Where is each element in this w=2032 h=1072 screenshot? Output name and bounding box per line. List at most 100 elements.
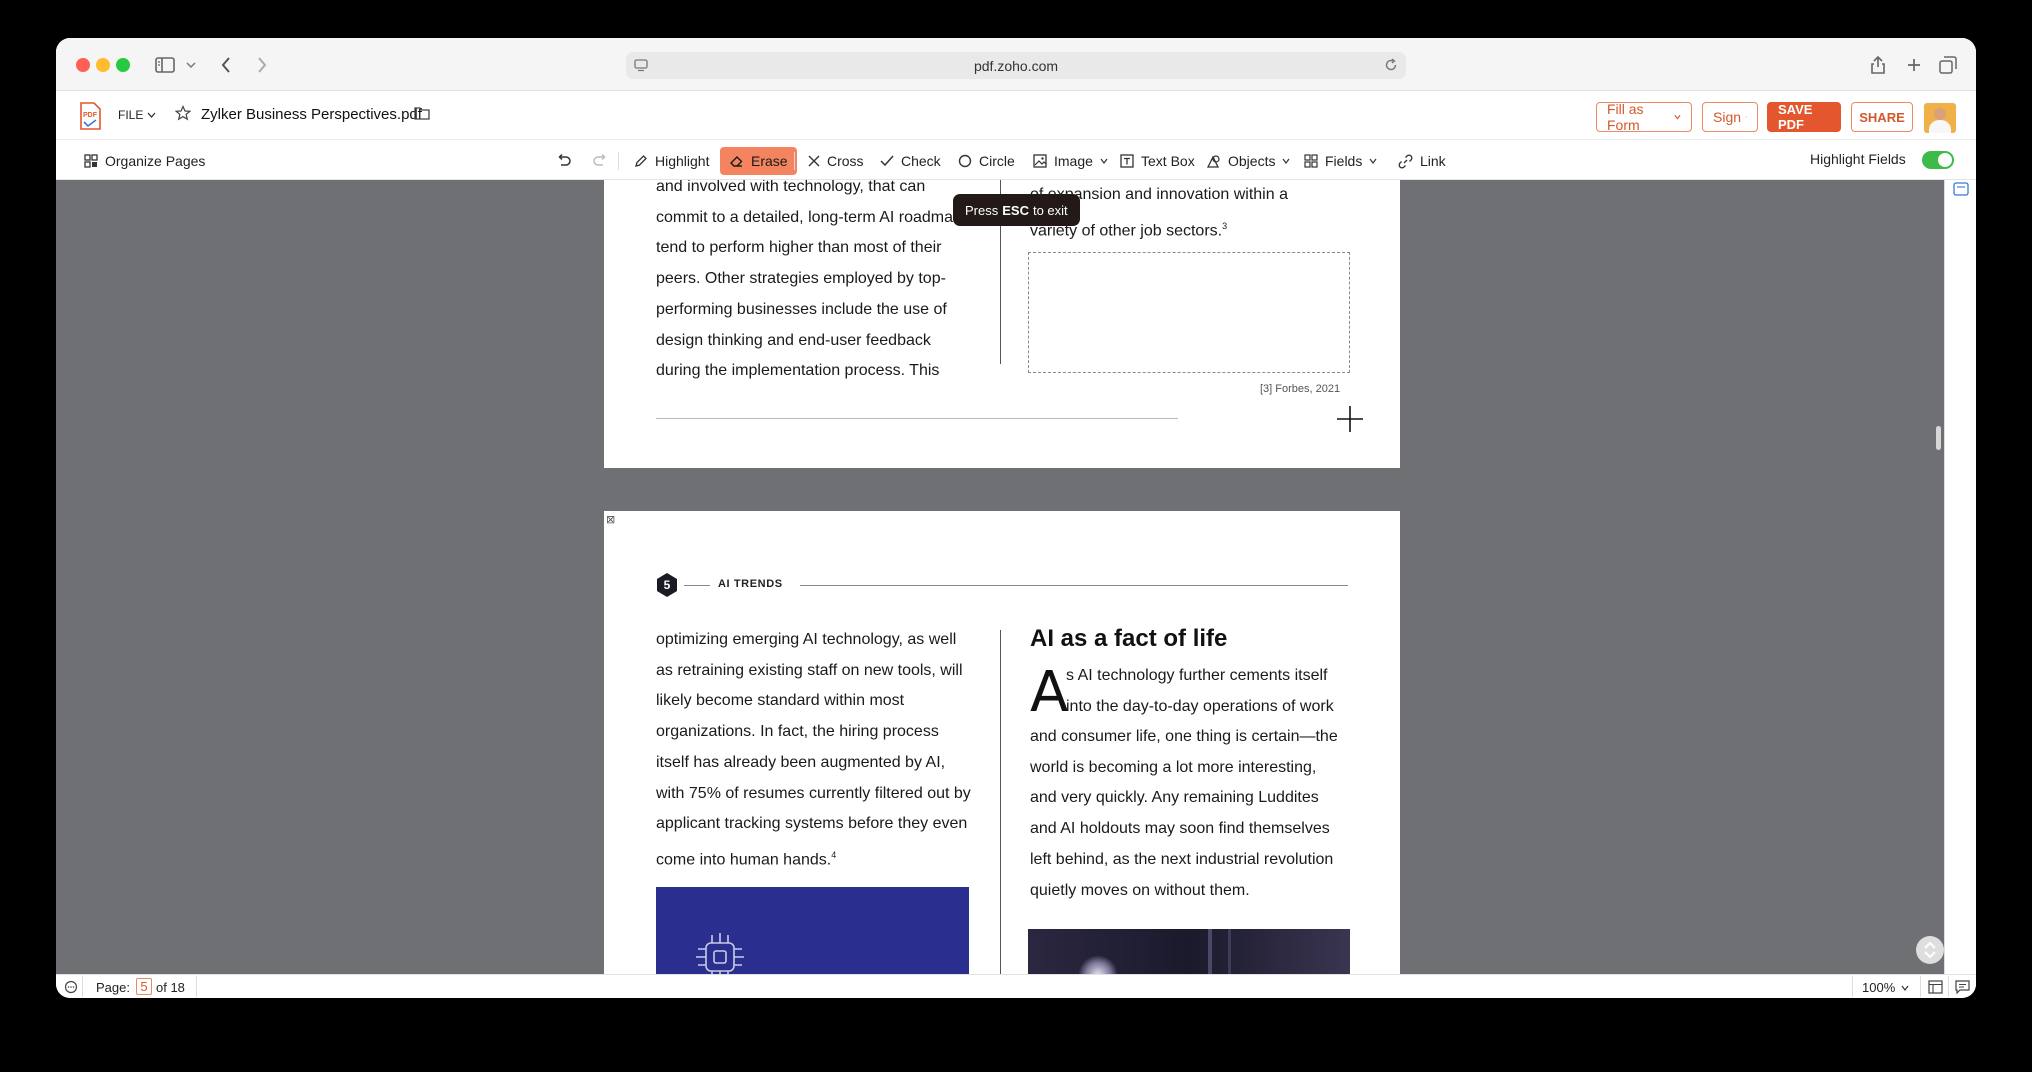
scrollbar-thumb[interactable] <box>1936 426 1941 450</box>
chip-icon <box>696 933 744 975</box>
file-name[interactable]: Zylker Business Perspectives.pdf <box>201 106 422 123</box>
text-line-content: performing businesses include the use of <box>656 300 947 318</box>
text-line: itself has already been augmented by AI, <box>656 748 986 779</box>
share-button[interactable]: SHARE <box>1851 102 1913 132</box>
text-line: with 75% of resumes currently filtered o… <box>656 779 986 810</box>
highlight-button[interactable]: Highlight <box>634 148 709 174</box>
undo-icon[interactable] <box>556 148 572 174</box>
erase-label: Erase <box>751 153 788 169</box>
text-line-content: tend to perform higher than most of thei… <box>656 239 942 257</box>
erase-button[interactable]: Erase <box>720 147 797 175</box>
avatar[interactable] <box>1924 103 1956 133</box>
text-line: s AI technology further cements itself <box>1066 667 1328 684</box>
edit-toolbar: Organize Pages Highlight Erase Cross Che… <box>56 140 1976 180</box>
zoom-window-button[interactable] <box>116 58 130 72</box>
page-label: Page: <box>96 980 130 995</box>
circle-button[interactable]: Circle <box>958 148 1015 174</box>
text-line-content: likely become standard within most <box>656 692 905 710</box>
zoho-pdf-logo-icon: PDF <box>78 102 102 130</box>
text-line-content: applicant tracking systems before they e… <box>656 815 968 833</box>
view-mode-icon[interactable] <box>1928 980 1943 994</box>
status-bar: Page: 5 of 18 100% <box>56 974 1976 998</box>
toolbar-divider <box>794 152 795 170</box>
text-line: performing businesses include the use of <box>656 295 986 326</box>
comments-icon[interactable] <box>64 980 78 994</box>
cross-icon <box>808 155 820 167</box>
page5-right-column: and consumer life, one thing is certain—… <box>1030 722 1360 906</box>
section-number-badge: 5 <box>656 573 678 597</box>
text-line: as retraining existing staff on new tool… <box>656 656 986 687</box>
tooltip-text: to exit <box>1032 202 1068 218</box>
text-box-icon <box>1120 154 1134 168</box>
back-icon[interactable] <box>216 52 236 78</box>
link-button[interactable]: Link <box>1398 148 1446 174</box>
text-line-content: as retraining existing staff on new tool… <box>656 661 963 679</box>
redo-icon[interactable] <box>592 148 608 174</box>
check-button[interactable]: Check <box>880 148 941 174</box>
feedback-icon[interactable] <box>1955 980 1970 994</box>
fields-button[interactable]: Fields <box>1304 148 1377 174</box>
organize-pages-button[interactable]: Organize Pages <box>84 148 205 174</box>
chevron-down-icon <box>147 112 156 118</box>
chevron-down-icon <box>1901 985 1909 991</box>
image-button[interactable]: Image <box>1033 148 1108 174</box>
sign-button[interactable]: Sign <box>1702 102 1758 132</box>
text-line: come into human hands.4 <box>656 840 986 876</box>
close-window-button[interactable] <box>76 58 90 72</box>
objects-icon <box>1206 154 1220 168</box>
reload-icon[interactable] <box>1384 58 1398 72</box>
folder-icon[interactable] <box>414 106 430 125</box>
text-line: likely become standard within most <box>656 686 986 717</box>
pdf-page-5[interactable]: ⊠ 5 AI TRENDS optimizing emerging AI tec… <box>604 511 1400 975</box>
current-page-input[interactable]: 5 <box>136 978 152 995</box>
zoom-select[interactable]: 100% <box>1862 980 1909 995</box>
document-canvas[interactable]: and involved with technology, that can co… <box>56 180 1944 975</box>
footnote-ref: 3 <box>1222 220 1228 231</box>
text-line-content: quietly moves on without them. <box>1030 881 1250 899</box>
share-sheet-icon[interactable] <box>1868 52 1888 78</box>
text-line: optimizing emerging AI technology, as we… <box>656 625 986 656</box>
erase-selection-box[interactable] <box>1028 252 1350 373</box>
star-icon[interactable] <box>174 105 192 126</box>
chevron-down-icon[interactable] <box>184 52 198 78</box>
new-tab-icon[interactable] <box>1904 52 1924 78</box>
text-line-content: come into human hands. <box>656 851 832 869</box>
text-line-content: and consumer life, one thing is certain—… <box>1030 728 1338 745</box>
text-line: and consumer life, one thing is certain—… <box>1030 722 1360 753</box>
text-line-content: peers. Other strategies employed by top- <box>656 270 946 288</box>
minimize-window-button[interactable] <box>96 58 110 72</box>
sidebar-icon[interactable] <box>152 52 178 78</box>
text-line: commit to a detailed, long-term AI roadm… <box>656 203 986 234</box>
eraser-icon <box>730 156 743 167</box>
highlight-fields-toggle[interactable] <box>1922 151 1954 169</box>
file-menu[interactable]: FILE <box>118 108 156 122</box>
section-rule <box>684 585 710 586</box>
text-line: applicant tracking systems before they e… <box>656 809 986 840</box>
column-divider <box>1000 630 1001 975</box>
save-pdf-button[interactable]: SAVE PDF <box>1767 102 1841 132</box>
panel-toggle-icon[interactable] <box>1953 182 1969 196</box>
page5-left-column: optimizing emerging AI technology, as we… <box>656 625 986 876</box>
page-navigation-icon[interactable] <box>1916 936 1944 964</box>
page-marker-icon: ⊠ <box>606 514 616 526</box>
address-bar[interactable]: pdf.zoho.com <box>626 52 1406 79</box>
drop-cap: A <box>1030 660 1069 725</box>
cross-button[interactable]: Cross <box>808 148 864 174</box>
text-line-content: with 75% of resumes currently filtered o… <box>656 784 971 802</box>
citation: [3] Forbes, 2021 <box>1260 383 1341 395</box>
forward-icon[interactable] <box>252 52 272 78</box>
tab-overview-icon[interactable] <box>1938 52 1958 78</box>
check-icon <box>880 155 894 167</box>
objects-label: Objects <box>1228 153 1276 169</box>
fill-as-form-button[interactable]: Fill as Form <box>1596 101 1692 133</box>
text-line: quietly moves on without them. <box>1030 876 1360 907</box>
page5-right-indented: s AI technology further cements itself i… <box>1066 661 1356 722</box>
text-line-content: organizations. In fact, the hiring proce… <box>656 723 939 741</box>
highlight-fields-label: Highlight Fields <box>1810 151 1906 167</box>
text-box-button[interactable]: Text Box <box>1120 148 1195 174</box>
footer-rule <box>656 418 1178 419</box>
chevron-down-icon <box>1100 158 1108 164</box>
crosshair-cursor-icon <box>1336 405 1364 433</box>
objects-button[interactable]: Objects <box>1206 148 1290 174</box>
toolbar-divider <box>618 152 619 170</box>
